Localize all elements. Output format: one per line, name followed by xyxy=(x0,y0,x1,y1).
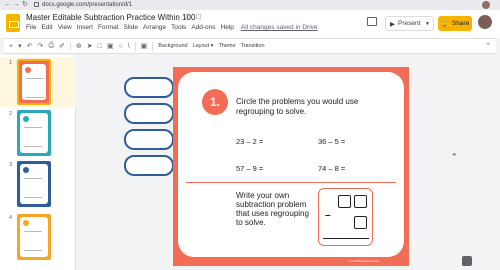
select-icon[interactable]: ➤ xyxy=(87,42,93,50)
folder-icon[interactable]: □ xyxy=(196,12,201,21)
present-icon: ▶ xyxy=(390,20,395,28)
menu-insert[interactable]: Insert xyxy=(77,24,93,31)
mouse-cursor-icon: ⌖ xyxy=(452,150,457,159)
menu-edit[interactable]: Edit xyxy=(41,24,52,31)
question-prompt[interactable]: Circle the problems you would use regrou… xyxy=(236,97,396,117)
new-slide-icon[interactable]: + xyxy=(9,43,13,50)
theme-button[interactable]: Theme xyxy=(218,43,235,49)
menu-file[interactable]: File xyxy=(26,24,36,31)
toolbar: + ▾ ↶ ↷ ⎙ ✐ ⊕ ➤ □ ▣ ○ \ ▣ Background Lay… xyxy=(4,38,496,54)
lock-icon: 🔒 xyxy=(440,20,449,28)
minus-sign: – xyxy=(325,210,331,221)
menu-arrange[interactable]: Arrange xyxy=(143,24,166,31)
paint-format-icon[interactable]: ✐ xyxy=(59,42,65,50)
answer-shape-3[interactable] xyxy=(124,129,174,150)
slide-filmstrip: 1 2 3 4 xyxy=(0,55,76,270)
slide-number: 4 xyxy=(9,215,13,221)
share-button[interactable]: 🔒 Share xyxy=(438,16,472,31)
url-text[interactable]: docs.google.com/presentation/d/1 xyxy=(42,1,132,9)
menu-add-ons[interactable]: Add-ons xyxy=(191,24,215,31)
document-title[interactable]: Master Editable Subtraction Practice Wit… xyxy=(26,13,195,22)
redo-icon[interactable]: ↷ xyxy=(37,42,43,50)
app-header: Master Editable Subtraction Practice Wit… xyxy=(0,10,500,38)
problem-4[interactable]: 74 – 8 = xyxy=(318,164,345,173)
shape-icon[interactable]: ○ xyxy=(118,43,122,50)
slide-number: 2 xyxy=(9,111,13,117)
background-button[interactable]: Background xyxy=(158,43,187,49)
answer-shape-4[interactable] xyxy=(124,155,174,176)
forward-icon[interactable]: → xyxy=(13,0,20,10)
toolbar-divider xyxy=(152,41,154,51)
slide-thumbnail-1[interactable] xyxy=(17,59,51,105)
menu-help[interactable]: Help xyxy=(221,24,234,31)
account-avatar[interactable] xyxy=(478,15,492,29)
slide-number: 3 xyxy=(9,162,13,168)
comment-add-icon[interactable]: ▣ xyxy=(141,42,148,50)
thumbnail-card xyxy=(20,113,48,153)
chevron-down-icon[interactable]: ▼ xyxy=(425,21,430,27)
slides-logo-icon[interactable] xyxy=(6,14,20,32)
slide[interactable]: 1. Circle the problems you would use reg… xyxy=(173,67,409,266)
ones-box-top[interactable] xyxy=(354,195,367,208)
answer-line xyxy=(323,238,369,239)
thumbnail-card xyxy=(20,164,48,204)
present-label: Present xyxy=(398,20,421,27)
chevron-down-icon[interactable]: ▾ xyxy=(18,42,22,50)
section-divider xyxy=(186,182,396,183)
image-icon[interactable]: ▣ xyxy=(107,42,114,50)
thumbnail-card xyxy=(22,64,46,100)
ones-box-bottom[interactable] xyxy=(354,216,367,229)
slide-thumbnail-4[interactable] xyxy=(17,214,51,260)
browser-profile-avatar[interactable] xyxy=(482,1,490,9)
browser-url-bar: ← → ↻ docs.google.com/presentation/d/1 xyxy=(0,0,500,10)
star-icon[interactable]: ☆ xyxy=(183,12,190,21)
tens-box-top[interactable] xyxy=(338,195,351,208)
problem-3[interactable]: 57 – 9 = xyxy=(236,164,263,173)
toolbar-divider xyxy=(134,41,136,51)
answer-shape-2[interactable] xyxy=(124,103,174,124)
menu-view[interactable]: View xyxy=(58,24,72,31)
explore-icon[interactable] xyxy=(462,256,472,266)
slide-card: 1. Circle the problems you would use reg… xyxy=(178,72,404,257)
line-icon[interactable]: \ xyxy=(128,43,130,50)
zoom-icon[interactable]: ⊕ xyxy=(76,42,82,50)
slide-thumbnail-2[interactable] xyxy=(17,110,51,156)
back-icon[interactable]: ← xyxy=(4,0,11,10)
comments-icon[interactable] xyxy=(367,17,377,26)
text-box-icon[interactable]: □ xyxy=(98,43,102,50)
undo-icon[interactable]: ↶ xyxy=(27,42,33,50)
saved-status-link[interactable]: All changes saved in Drive xyxy=(241,24,318,31)
answer-shape-1[interactable] xyxy=(124,77,174,98)
print-icon[interactable]: ⎙ xyxy=(48,42,54,50)
problem-2[interactable]: 36 – 5 = xyxy=(318,137,345,146)
transition-button[interactable]: Transition xyxy=(241,43,265,49)
present-button[interactable]: ▶ Present ▼ xyxy=(385,16,434,31)
question-number-badge: 1. xyxy=(202,89,228,115)
menu-format[interactable]: Format xyxy=(98,24,119,31)
menu-bar: File Edit View Insert Format Slide Arran… xyxy=(26,24,318,31)
footer-credit: © Lil Philosophers Plus xyxy=(348,259,379,263)
menu-slide[interactable]: Slide xyxy=(124,24,138,31)
lock-icon xyxy=(34,2,39,7)
slide-thumbnail-3[interactable] xyxy=(17,161,51,207)
toolbar-divider xyxy=(69,41,71,51)
layout-button[interactable]: Layout ▾ xyxy=(193,43,214,49)
vertical-scrollbar[interactable] xyxy=(492,56,498,266)
menu-tools[interactable]: Tools xyxy=(171,24,186,31)
share-label: Share xyxy=(451,20,470,27)
thumbnail-card xyxy=(20,217,48,257)
chevron-up-icon[interactable]: ⌃ xyxy=(485,42,491,50)
problem-1[interactable]: 23 – 2 = xyxy=(236,137,263,146)
reload-icon[interactable]: ↻ xyxy=(22,0,28,10)
write-problem-prompt[interactable]: Write your own subtraction problem that … xyxy=(236,191,316,227)
slide-number: 1 xyxy=(9,60,13,66)
